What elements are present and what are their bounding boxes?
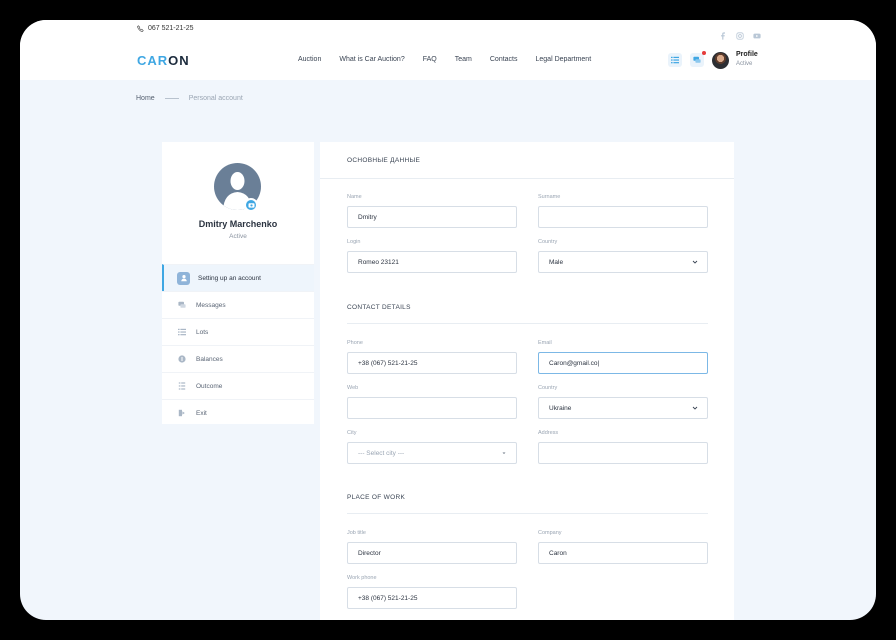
section-title-basic: ОСНОВНЫЕ ДАННЫЕ xyxy=(347,157,421,164)
section-title-work: PLACE OF WORK xyxy=(347,494,406,501)
notification-dot xyxy=(702,51,706,55)
country-select-value: Ukraine xyxy=(549,404,572,412)
app-window: 067 521-21-25 CARON Auction What is Car … xyxy=(20,20,876,620)
work-phone-label: Work phone xyxy=(347,575,377,581)
email-field[interactable]: Caron@gmail.co| xyxy=(538,352,708,374)
account-sidebar: Dmitry Marchenko Active Setting up an ac… xyxy=(162,142,314,424)
youtube-icon[interactable] xyxy=(753,27,761,39)
menu-item-lots[interactable]: Lots xyxy=(162,318,314,345)
nav-auction[interactable]: Auction xyxy=(298,56,321,63)
messages-icon xyxy=(177,300,187,310)
outcome-icon xyxy=(177,381,187,391)
address-label: Address xyxy=(538,430,559,436)
phone-icon xyxy=(137,25,144,32)
breadcrumb-separator xyxy=(164,98,179,99)
social-links xyxy=(719,27,761,40)
job-title-label: Job title xyxy=(347,530,366,536)
messages-button[interactable] xyxy=(690,51,706,67)
city-select[interactable]: --- Select city --- xyxy=(347,442,517,464)
divider xyxy=(320,178,734,179)
menu-item-balances[interactable]: Balances xyxy=(162,345,314,372)
facebook-icon[interactable] xyxy=(719,27,727,40)
section-title-contact: CONTACT DETAILS xyxy=(347,304,411,311)
menu-item-label: Lots xyxy=(196,328,209,336)
main-nav: Auction What is Car Auction? FAQ Team Co… xyxy=(298,56,609,63)
city-select-placeholder: --- Select city --- xyxy=(358,449,405,457)
login-field[interactable]: Romeo 23121 xyxy=(347,251,517,273)
list-button[interactable] xyxy=(668,53,682,67)
country-select[interactable]: Ukraine xyxy=(538,397,708,419)
email-label: Email xyxy=(538,340,552,346)
country-label: Country xyxy=(538,385,558,391)
exit-icon xyxy=(177,408,187,418)
caret-down-icon xyxy=(501,450,507,456)
camera-icon xyxy=(248,203,254,208)
menu-item-setting-up-account[interactable]: Setting up an account xyxy=(162,264,314,291)
web-label: Web xyxy=(347,385,359,391)
breadcrumb-current: Personal account xyxy=(188,95,243,102)
menu-item-messages[interactable]: Messages xyxy=(162,291,314,318)
surname-field[interactable] xyxy=(538,206,708,228)
name-label: Name xyxy=(347,194,362,200)
user-icon xyxy=(177,271,190,285)
company-field[interactable]: Caron xyxy=(538,542,708,564)
account-form: ОСНОВНЫЕ ДАННЫЕ Name Dmitry Surname Logi… xyxy=(320,142,734,620)
profile-label[interactable]: Profile xyxy=(736,51,758,58)
nav-contacts[interactable]: Contacts xyxy=(490,56,518,63)
user-status: Active xyxy=(229,233,247,240)
surname-label: Surname xyxy=(538,194,561,200)
breadcrumb: Home Personal account xyxy=(136,95,243,102)
work-phone-field[interactable]: +38 (067) 521-21-25 xyxy=(347,587,517,609)
address-field[interactable] xyxy=(538,442,708,464)
balance-icon xyxy=(177,354,187,364)
web-field[interactable] xyxy=(347,397,517,419)
list-icon xyxy=(177,327,187,337)
chevron-down-icon xyxy=(692,405,698,411)
menu-item-label: Balances xyxy=(196,355,223,363)
nav-team[interactable]: Team xyxy=(455,56,472,63)
phone-label: Phone xyxy=(347,340,363,346)
phone-field[interactable]: +38 (067) 521-21-25 xyxy=(347,352,517,374)
menu-item-outcome[interactable]: Outcome xyxy=(162,372,314,399)
change-photo-button[interactable] xyxy=(244,198,258,212)
profile-status: Active xyxy=(736,61,753,67)
country-select[interactable]: Male xyxy=(538,251,708,273)
menu-item-label: Outcome xyxy=(196,382,223,390)
list-icon xyxy=(671,56,679,64)
chevron-down-icon xyxy=(692,259,698,265)
menu-item-label: Exit xyxy=(196,409,207,417)
menu-item-label: Messages xyxy=(196,301,226,309)
instagram-icon[interactable] xyxy=(736,27,744,40)
avatar[interactable] xyxy=(712,52,729,69)
logo-text-b: ON xyxy=(168,53,190,68)
user-name: Dmitry Marchenko xyxy=(198,219,278,229)
phone-number: 067 521-21-25 xyxy=(148,25,194,32)
account-menu: Setting up an account Messages Lots Bala… xyxy=(162,264,314,426)
login-label: Login xyxy=(347,239,361,245)
breadcrumb-home[interactable]: Home xyxy=(136,95,155,102)
nav-legal-department[interactable]: Legal Department xyxy=(536,56,592,63)
city-label: City xyxy=(347,430,357,436)
country-select-value: Male xyxy=(549,258,564,266)
nav-what-is-car-auction[interactable]: What is Car Auction? xyxy=(339,56,404,63)
header-phone[interactable]: 067 521-21-25 xyxy=(137,25,194,32)
logo-text-a: CAR xyxy=(137,53,169,68)
menu-item-exit[interactable]: Exit xyxy=(162,399,314,426)
menu-item-label: Setting up an account xyxy=(198,274,261,282)
logo[interactable]: CARON xyxy=(137,53,190,68)
chat-icon xyxy=(693,56,701,63)
company-label: Company xyxy=(538,530,562,536)
country-label: Country xyxy=(538,239,558,245)
job-title-field[interactable]: Director xyxy=(347,542,517,564)
divider xyxy=(347,323,708,324)
divider xyxy=(347,513,708,514)
name-field[interactable]: Dmitry xyxy=(347,206,517,228)
nav-faq[interactable]: FAQ xyxy=(423,56,437,63)
header: 067 521-21-25 CARON Auction What is Car … xyxy=(20,20,876,80)
